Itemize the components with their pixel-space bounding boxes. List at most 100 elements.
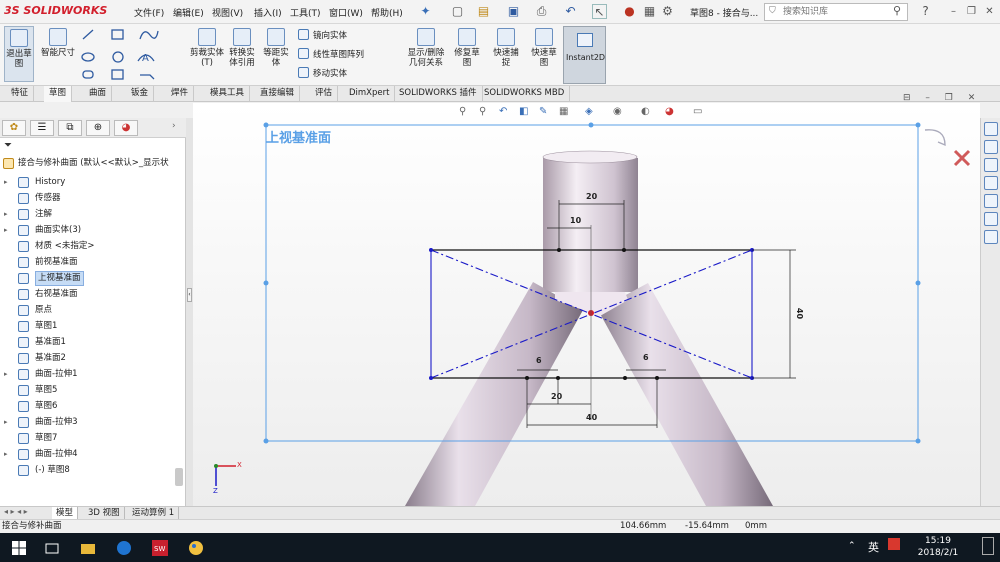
tree-item[interactable]: 材质 <未指定> [0, 239, 180, 254]
zoom-area-icon[interactable]: ⚲ [479, 106, 486, 117]
tab-scroll-icon[interactable]: ◂ ▸ ◂ ▸ [4, 507, 28, 516]
tree-item[interactable]: 基准面1 [0, 335, 180, 350]
viewport-minimize-icon[interactable]: – [925, 93, 930, 103]
tab-evaluate[interactable]: 评估 [310, 86, 339, 102]
menu-window[interactable]: 窗口(W) [329, 6, 363, 19]
print-icon[interactable]: ⎙ [534, 4, 549, 19]
tree-item[interactable]: 草图6 [0, 399, 180, 414]
edge-browser-icon[interactable] [114, 538, 134, 558]
offset-entities-button[interactable]: 等距实体 [260, 26, 292, 68]
display-style-icon[interactable]: ◉ [613, 106, 622, 117]
expand-arrow-icon[interactable]: ▸ [4, 175, 8, 190]
task-view-icon[interactable] [42, 538, 62, 558]
file-properties-icon[interactable]: ▦ [642, 4, 657, 19]
search-field[interactable]: ⛉ ⚲ [764, 3, 908, 21]
mirror-entities-button[interactable]: 镜向实体 [298, 29, 347, 41]
undo-icon[interactable]: ↶ [563, 4, 578, 19]
windows-start-icon[interactable] [9, 538, 29, 558]
panel-expand-icon[interactable]: › [172, 121, 176, 131]
dim-bottom-40[interactable]: 40 [586, 413, 597, 422]
paint-app-icon[interactable] [186, 538, 206, 558]
tile-view-icon[interactable]: ⊟ [903, 93, 911, 103]
tree-item[interactable]: ▸ History [0, 175, 180, 190]
ime-indicator[interactable]: 英 [868, 539, 879, 555]
tree-item[interactable]: 传感器 [0, 191, 180, 206]
view-selector-icon[interactable]: ▦ [559, 106, 568, 117]
trim-entities-button[interactable]: 剪裁实体(T) [190, 26, 224, 68]
dynamic-annotation-icon[interactable]: ✎ [539, 106, 547, 117]
view-settings-icon[interactable]: ▭ [693, 106, 702, 117]
tree-item[interactable]: 草图7 [0, 431, 180, 446]
dim-bottom-20[interactable]: 20 [551, 392, 562, 401]
options-gear-icon[interactable]: ⚙ [660, 4, 675, 19]
graphics-area[interactable]: 上视基准面 20 10 6 6 20 40 40 X Z [193, 103, 980, 506]
panel-splitter[interactable]: ‹ [186, 118, 193, 506]
solidworks-taskbar-icon[interactable]: SW [150, 538, 170, 558]
feature-tree-tab-icon[interactable]: ✿ [2, 120, 26, 136]
sogou-ime-icon[interactable] [888, 538, 900, 550]
tab-motion-study[interactable]: 运动算例 1 [128, 507, 180, 519]
exit-sketch-button[interactable]: 退出草图 [4, 26, 34, 82]
sketch-entities-palette[interactable]: A [80, 27, 166, 83]
dim-height-40[interactable]: 40 [795, 308, 804, 319]
tab-features[interactable]: 特征 [6, 86, 35, 102]
save-icon[interactable]: ▣ [506, 4, 521, 19]
tab-sketch[interactable]: 草图 [44, 86, 73, 102]
search-input[interactable] [783, 4, 893, 20]
dim-top-10[interactable]: 10 [570, 216, 581, 225]
tab-surfaces[interactable]: 曲面 [84, 86, 113, 102]
dimxpert-tab-icon[interactable]: ⊕ [86, 120, 110, 136]
tree-item[interactable]: ▸ 曲面-拉伸1 [0, 367, 180, 382]
dim-top-20[interactable]: 20 [586, 192, 597, 201]
design-library-icon[interactable] [984, 158, 998, 172]
menu-file[interactable]: 文件(F) [134, 6, 164, 19]
tree-item[interactable]: ▸ 注解 [0, 207, 180, 222]
expand-arrow-icon[interactable]: ▸ [4, 447, 8, 462]
property-manager-tab-icon[interactable]: ☰ [30, 120, 54, 136]
view-palette-icon[interactable] [984, 194, 998, 208]
tree-item[interactable]: ▸ 曲面-拉伸4 [0, 447, 180, 462]
tree-item[interactable]: 上视基准面 [0, 271, 180, 286]
collapse-panel-icon[interactable]: ‹ [187, 288, 192, 302]
instant2d-button[interactable]: Instant2D [563, 26, 606, 84]
help-icon[interactable]: ? [918, 4, 933, 19]
system-clock[interactable]: 15:19 2018/2/1 [908, 535, 968, 559]
tree-item[interactable]: 草图5 [0, 383, 180, 398]
file-explorer-icon[interactable] [984, 176, 998, 190]
appearances-icon[interactable] [984, 212, 998, 226]
sketch-canvas[interactable] [193, 103, 980, 506]
viewport-restore-icon[interactable]: ❐ [945, 93, 953, 103]
rapid-sketch-button[interactable]: 快速草图 [528, 26, 560, 68]
menu-tools[interactable]: 工具(T) [290, 6, 321, 19]
resources-icon[interactable] [984, 140, 998, 154]
convert-entities-button[interactable]: 转换实体引用 [226, 26, 258, 68]
viewport-close-icon[interactable]: ✕ [968, 93, 976, 103]
hide-show-icon[interactable]: ◐ [641, 106, 650, 117]
traffic-light-icon[interactable]: ● [622, 4, 637, 19]
expand-arrow-icon[interactable]: ▸ [4, 367, 8, 382]
tree-item[interactable]: (-) 草图8 [0, 463, 180, 478]
search-icon[interactable]: ⚲ [893, 4, 901, 17]
solidworks-logo[interactable]: 3S SOLIDWORKS [4, 4, 107, 17]
tree-item[interactable]: ▸ 曲面-拉伸3 [0, 415, 180, 430]
minimize-icon[interactable]: – [946, 4, 961, 19]
config-manager-tab-icon[interactable]: ⧉ [58, 120, 82, 136]
appearance-icon[interactable]: ◕ [665, 106, 674, 117]
tab-3d-view[interactable]: 3D 视图 [84, 507, 125, 519]
open-icon[interactable]: ▤ [476, 4, 491, 19]
dim-right-6[interactable]: 6 [643, 353, 649, 362]
menu-help[interactable]: 帮助(H) [371, 6, 403, 19]
tree-scrollbar[interactable] [175, 468, 183, 486]
tab-weldments[interactable]: 焊件 [166, 86, 195, 102]
tab-solidworks-addins[interactable]: SOLIDWORKS 插件 [394, 86, 483, 102]
dim-left-6[interactable]: 6 [536, 356, 542, 365]
tree-item[interactable]: 前视基准面 [0, 255, 180, 270]
linear-pattern-button[interactable]: 线性草图阵列 [298, 48, 364, 60]
expand-arrow-icon[interactable]: ▸ [4, 207, 8, 222]
smart-dimension-button[interactable]: 智能尺寸 [40, 26, 76, 58]
repair-sketch-button[interactable]: 修复草图 [452, 26, 482, 68]
display-manager-tab-icon[interactable]: ◕ [114, 120, 138, 136]
tab-direct-editing[interactable]: 直接编辑 [255, 86, 301, 102]
quick-snaps-button[interactable]: 快速捕捉 [490, 26, 522, 68]
tree-item[interactable]: ▸ 曲面实体(3) [0, 223, 180, 238]
